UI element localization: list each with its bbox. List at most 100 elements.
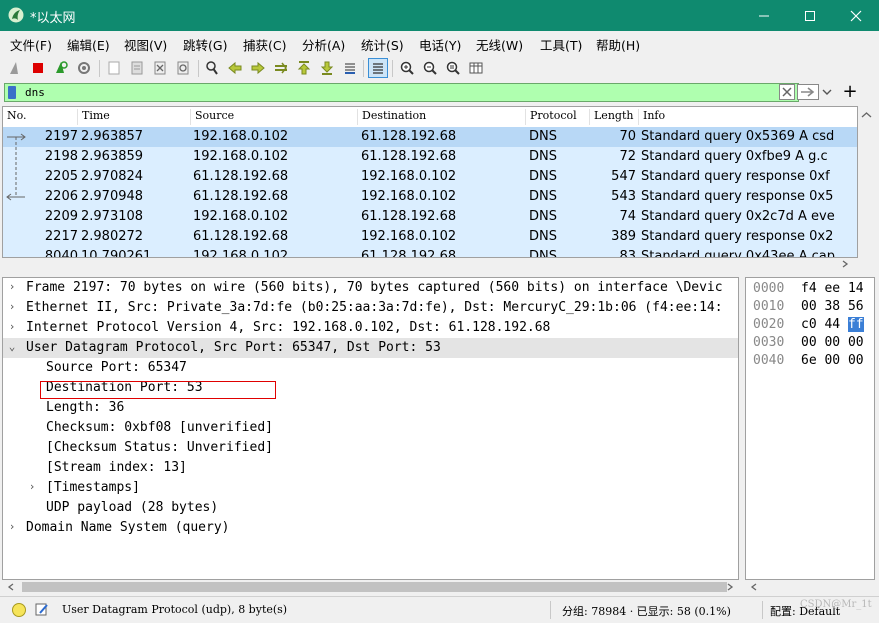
chevron-right-icon[interactable]: › bbox=[7, 320, 17, 333]
menu-analyze[interactable]: 分析(A) bbox=[302, 35, 345, 54]
menu-view[interactable]: 视图(V) bbox=[124, 35, 167, 54]
packet-row[interactable]: 2205 2.970824 61.128.192.68 192.168.0.102 … bbox=[3, 167, 857, 187]
bytes-hscrollbar[interactable] bbox=[745, 580, 875, 594]
status-bar: User Datagram Protocol (udp), 8 byte(s) … bbox=[0, 596, 879, 623]
col-header-time[interactable]: Time bbox=[77, 109, 190, 125]
tree-item-source-port[interactable]: Source Port: 65347 bbox=[3, 358, 738, 378]
first-packet-icon[interactable] bbox=[294, 58, 314, 78]
maximize-icon bbox=[805, 10, 815, 21]
details-hscrollbar[interactable] bbox=[2, 580, 739, 594]
tree-item-udp[interactable]: ⌄ User Datagram Protocol, Src Port: 6534… bbox=[3, 338, 738, 358]
go-to-packet-icon[interactable] bbox=[271, 58, 291, 78]
chevron-right-icon[interactable]: › bbox=[7, 280, 17, 293]
col-header-source[interactable]: Source bbox=[190, 109, 357, 125]
chevron-down-icon[interactable]: ⌄ bbox=[7, 340, 17, 353]
tree-item-dns[interactable]: › Domain Name System (query) bbox=[3, 518, 738, 538]
chevron-right-icon bbox=[727, 583, 734, 591]
chevron-left-icon bbox=[7, 583, 14, 591]
tree-item-checksum-status[interactable]: [Checksum Status: Unverified] bbox=[3, 438, 738, 458]
menu-wireless[interactable]: 无线(W) bbox=[476, 35, 523, 54]
go-back-icon[interactable] bbox=[225, 58, 245, 78]
arrow-right-icon bbox=[801, 87, 815, 97]
packet-list-vscrollbar[interactable] bbox=[858, 106, 875, 258]
col-header-info[interactable]: Info bbox=[638, 109, 857, 125]
menu-help[interactable]: 帮助(H) bbox=[596, 35, 640, 54]
scroll-up-icon bbox=[861, 112, 872, 118]
menu-edit[interactable]: 编辑(E) bbox=[67, 35, 110, 54]
menu-statistics[interactable]: 统计(S) bbox=[361, 35, 404, 54]
bookmark-icon[interactable] bbox=[8, 86, 16, 99]
packet-list-header: No. Time Source Destination Protocol Len… bbox=[3, 107, 857, 128]
capture-comment-icon[interactable] bbox=[34, 601, 50, 617]
menu-go[interactable]: 跳转(G) bbox=[183, 35, 227, 54]
capture-options-icon[interactable] bbox=[74, 58, 94, 78]
chevron-left-icon bbox=[750, 583, 757, 591]
auto-scroll-icon[interactable] bbox=[340, 58, 360, 78]
close-file-icon[interactable] bbox=[150, 58, 170, 78]
conversation-lines-icon bbox=[6, 133, 26, 201]
resize-columns-icon[interactable] bbox=[466, 58, 486, 78]
menu-file[interactable]: 文件(F) bbox=[10, 35, 52, 54]
packet-list: No. Time Source Destination Protocol Len… bbox=[2, 106, 858, 258]
shark-fin-start-icon[interactable] bbox=[6, 58, 26, 78]
scrollbar-thumb[interactable] bbox=[22, 582, 727, 592]
display-filter-input[interactable] bbox=[25, 85, 765, 100]
normal-size-icon[interactable] bbox=[443, 58, 463, 78]
watermark: CSDN@Mr_1t bbox=[800, 599, 872, 610]
chevron-right-icon[interactable]: › bbox=[7, 300, 17, 313]
title-bar: *以太网 bbox=[0, 0, 879, 31]
clear-icon bbox=[782, 87, 792, 97]
selected-byte[interactable]: ff bbox=[847, 317, 864, 332]
menu-tools[interactable]: 工具(T) bbox=[540, 35, 582, 54]
stop-capture-icon[interactable] bbox=[28, 58, 48, 78]
tree-item-ipv4[interactable]: › Internet Protocol Version 4, Src: 192.… bbox=[3, 318, 738, 338]
expert-info-icon[interactable] bbox=[11, 602, 27, 618]
reload-file-icon[interactable] bbox=[173, 58, 193, 78]
packet-bytes-pane: 0000 f4 ee 14 0010 00 38 56 0020 c0 44 ff … bbox=[745, 277, 875, 580]
tree-item-udp-payload[interactable]: UDP payload (28 bytes) bbox=[3, 498, 738, 518]
tree-item-ethernet[interactable]: › Ethernet II, Src: Private_3a:7d:fe (b0… bbox=[3, 298, 738, 318]
packet-row[interactable]: 2209 2.973108 192.168.0.102 61.128.192.68 … bbox=[3, 207, 857, 227]
chevron-right-icon bbox=[842, 260, 849, 268]
go-forward-icon[interactable] bbox=[248, 58, 268, 78]
tree-item-length[interactable]: Length: 36 bbox=[3, 398, 738, 418]
packet-list-hscrollbar[interactable] bbox=[2, 258, 858, 270]
colorize-icon[interactable] bbox=[368, 58, 388, 78]
zoom-out-icon[interactable] bbox=[420, 58, 440, 78]
menu-bar: 文件(F) 编辑(E) 视图(V) 跳转(G) 捕获(C) 分析(A) 统计(S… bbox=[0, 31, 879, 55]
add-filter-button[interactable]: + bbox=[840, 82, 860, 102]
packet-row[interactable]: 2198 2.963859 192.168.0.102 61.128.192.68 … bbox=[3, 147, 857, 167]
chevron-right-icon[interactable]: › bbox=[27, 480, 37, 493]
save-file-icon[interactable] bbox=[127, 58, 147, 78]
tree-item-timestamps[interactable]: › [Timestamps] bbox=[3, 478, 738, 498]
apply-filter-button[interactable] bbox=[797, 84, 819, 100]
chevron-right-icon[interactable]: › bbox=[7, 520, 17, 533]
tree-item-checksum[interactable]: Checksum: 0xbf08 [unverified] bbox=[3, 418, 738, 438]
maximize-button[interactable] bbox=[787, 0, 833, 31]
packet-row[interactable]: 2197 2.963857 192.168.0.102 61.128.192.68 … bbox=[3, 127, 857, 147]
window-title: *以太网 bbox=[30, 11, 76, 26]
col-header-length[interactable]: Length bbox=[589, 109, 638, 125]
packet-row[interactable]: 2206 2.970948 61.128.192.68 192.168.0.102 … bbox=[3, 187, 857, 207]
tree-item-stream-index[interactable]: [Stream index: 13] bbox=[3, 458, 738, 478]
zoom-in-icon[interactable] bbox=[397, 58, 417, 78]
chevron-down-icon bbox=[822, 89, 832, 95]
menu-telephony[interactable]: 电话(Y) bbox=[419, 35, 461, 54]
filter-history-dropdown[interactable] bbox=[820, 84, 834, 100]
tree-item-frame[interactable]: › Frame 2197: 70 bytes on wire (560 bits… bbox=[3, 278, 738, 298]
col-header-protocol[interactable]: Protocol bbox=[525, 109, 589, 125]
minimize-button[interactable] bbox=[741, 0, 787, 31]
restart-capture-icon[interactable] bbox=[51, 58, 71, 78]
col-header-destination[interactable]: Destination bbox=[357, 109, 525, 125]
open-file-icon[interactable] bbox=[104, 58, 124, 78]
packet-count-text: 分组: 78984 · 已显示: 58 (0.1%) bbox=[562, 605, 731, 618]
clear-filter-button[interactable] bbox=[779, 84, 795, 100]
col-header-no[interactable]: No. bbox=[3, 109, 77, 125]
packet-row[interactable]: 2217 2.980272 61.128.192.68 192.168.0.102 … bbox=[3, 227, 857, 247]
last-packet-icon[interactable] bbox=[317, 58, 337, 78]
packet-row[interactable]: 8040 10.790261 192.168.0.102 61.128.192.68… bbox=[3, 247, 857, 257]
find-packet-icon[interactable] bbox=[202, 58, 222, 78]
menu-capture[interactable]: 捕获(C) bbox=[243, 35, 286, 54]
close-button[interactable] bbox=[833, 0, 879, 31]
main-toolbar bbox=[0, 55, 879, 82]
